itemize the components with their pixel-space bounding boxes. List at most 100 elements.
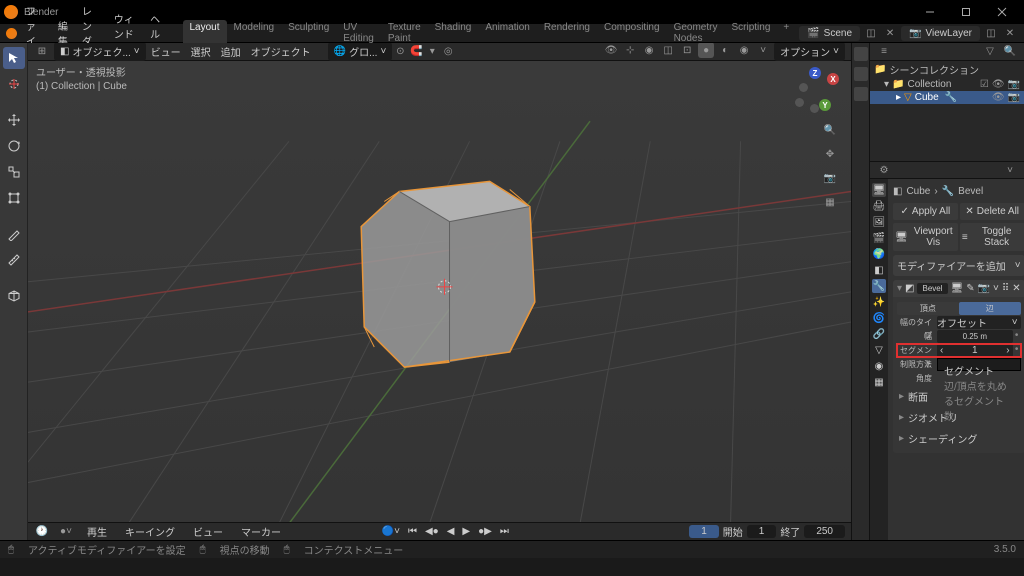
shading-render-icon[interactable]: ◉ (736, 43, 752, 58)
tool-move[interactable] (3, 109, 25, 131)
tab-scene[interactable]: 🎬 (872, 231, 886, 245)
close-button[interactable] (984, 0, 1020, 24)
end-frame[interactable]: 250 (804, 525, 845, 538)
tab-texture[interactable]: ▦ (872, 375, 886, 389)
tab-particles[interactable]: ✨ (872, 295, 886, 309)
shading-material-icon[interactable]: ◐ (717, 43, 733, 58)
keyframe-prev-icon[interactable]: ◀● (422, 526, 442, 537)
segments-animate-icon[interactable]: • (1013, 344, 1021, 357)
eye-icon[interactable]: 👁 (992, 92, 1005, 103)
play-icon[interactable]: ▶ (459, 526, 473, 537)
tool-scale[interactable] (3, 161, 25, 183)
gizmo-icon[interactable]: ⊹ (622, 43, 638, 58)
outliner-collection[interactable]: ▾📁 Collection ☑👁📷 (870, 78, 1024, 91)
blender-logo-icon[interactable] (6, 27, 17, 39)
editmode-toggle-icon[interactable]: ✎ (966, 283, 974, 294)
shading-solid-icon[interactable]: ● (698, 43, 714, 58)
toggle-stack-button[interactable]: ≡Toggle Stack (960, 223, 1024, 251)
editor-type-icon[interactable]: ⊞ (34, 44, 50, 60)
subpanel-shading[interactable]: シェーディング (897, 428, 1021, 449)
vp-menu-object[interactable]: オブジェクト (246, 43, 316, 61)
segments-field[interactable]: ‹ 1 › (937, 344, 1013, 357)
visibility-icon[interactable]: 👁 (603, 43, 619, 58)
tab-object[interactable]: ◧ (872, 263, 886, 277)
tl-menu-playback[interactable]: 再生 (82, 522, 112, 540)
render-icon[interactable]: 📷 (1008, 79, 1020, 90)
tool-rotate[interactable] (3, 135, 25, 157)
properties-breadcrumb[interactable]: ◧ Cube › 🔧 Bevel (893, 183, 1024, 200)
extras-menu-icon[interactable]: ⠿ (1002, 283, 1009, 294)
zoom-icon[interactable]: 🔍 (821, 121, 839, 139)
tl-menu-view[interactable]: ビュー (188, 522, 228, 540)
viewlayer-del-icon[interactable]: ✕ (1002, 25, 1018, 41)
properties-editor-icon[interactable]: ⚙ (876, 162, 892, 178)
checkbox-icon[interactable]: ☑ (980, 79, 989, 90)
current-frame[interactable]: 1 (689, 525, 719, 538)
decrement-icon[interactable]: ‹ (940, 345, 943, 356)
outliner-search-icon[interactable]: 🔍 (1002, 44, 1018, 60)
orientation-dropdown[interactable]: 🌐グロ...˅ (328, 43, 393, 61)
realtime-toggle-icon[interactable]: 🖥 (951, 283, 964, 294)
affect-edges-button[interactable]: 辺 (959, 302, 1021, 315)
tool-annotate[interactable] (3, 223, 25, 245)
playback-popover-icon[interactable]: ●˅ (58, 524, 74, 540)
tool-add-cube[interactable] (3, 285, 25, 307)
minimize-button[interactable] (912, 0, 948, 24)
viewlayer-new-icon[interactable]: ◫ (983, 25, 999, 41)
scene-selector[interactable]: 🎬 Scene (799, 26, 860, 41)
mode-dropdown[interactable]: ◧ オブジェク... ˅ (54, 43, 146, 61)
tool-select-box[interactable] (3, 47, 25, 69)
pivot-icon[interactable]: ⊙ (392, 44, 408, 60)
delete-modifier-icon[interactable]: ✕ (1012, 283, 1020, 294)
scene-new-icon[interactable]: ◫ (863, 25, 879, 41)
options-dropdown[interactable]: オプション˅ (774, 43, 845, 61)
viewport-vis-button[interactable]: 🖥Viewport Vis (893, 223, 958, 251)
render-icon[interactable]: 📷 (1008, 92, 1020, 103)
tl-menu-keying[interactable]: キーイング (120, 522, 180, 540)
tab-physics[interactable]: 🌀 (872, 311, 886, 325)
viewlayer-selector[interactable]: 📷 ViewLayer (901, 26, 980, 41)
npanel-tab-item[interactable] (854, 47, 868, 61)
increment-icon[interactable]: › (1006, 345, 1009, 356)
width-field[interactable]: 0.25 m (937, 330, 1013, 343)
scene-del-icon[interactable]: ✕ (882, 25, 898, 41)
play-rev-icon[interactable]: ◀ (444, 526, 458, 537)
tab-modifier[interactable]: 🔧 (872, 279, 886, 293)
tab-render[interactable]: 🖥 (872, 183, 886, 197)
tab-output[interactable]: 🖨 (872, 199, 886, 213)
tab-material[interactable]: ◉ (872, 359, 886, 373)
pan-icon[interactable]: ✥ (821, 145, 839, 163)
jump-end-icon[interactable]: ⏭ (497, 526, 512, 537)
outliner-editor-icon[interactable]: ≡ (876, 44, 892, 60)
jump-start-icon[interactable]: ⏮ (405, 526, 420, 537)
outliner-cube[interactable]: ▸▽ Cube 🔧 👁📷 (870, 91, 1024, 104)
npanel-tab-view[interactable] (854, 87, 868, 101)
timeline-editor-icon[interactable]: 🕐 (34, 524, 50, 540)
tool-cursor[interactable] (3, 73, 25, 95)
width-type-dropdown[interactable]: オフセット˅ (937, 316, 1021, 329)
affect-vertices-button[interactable]: 頂点 (897, 302, 959, 315)
vp-menu-view[interactable]: ビュー (146, 43, 186, 61)
start-frame[interactable]: 1 (747, 525, 777, 538)
camera-icon[interactable]: 📷 (821, 169, 839, 187)
snap-toggle-icon[interactable]: 🧲 (408, 44, 424, 60)
tool-transform[interactable] (3, 187, 25, 209)
collapse-icon[interactable] (897, 283, 902, 294)
modifier-name-field[interactable]: Bevel (917, 283, 947, 294)
outliner-filter-icon[interactable]: ▽ (982, 44, 998, 60)
props-options-icon[interactable]: ˅ (1002, 162, 1018, 178)
nav-gizmo[interactable]: X Y Z (795, 67, 841, 113)
outliner-scene-collection[interactable]: 📁 シーンコレクション (870, 61, 1024, 78)
vp-menu-select[interactable]: 選択 (186, 43, 216, 61)
maximize-button[interactable] (948, 0, 984, 24)
persp-ortho-icon[interactable]: ▦ (821, 193, 839, 211)
shading-opts-icon[interactable]: ˅ (755, 43, 771, 58)
tool-measure[interactable] (3, 249, 25, 271)
shading-wire-icon[interactable]: ⊡ (679, 43, 695, 58)
snap-opts-icon[interactable]: ▾ (424, 44, 440, 60)
apply-all-button[interactable]: ✓Apply All (893, 203, 958, 220)
prop-edit-icon[interactable]: ◎ (440, 44, 456, 60)
tl-menu-marker[interactable]: マーカー (236, 522, 286, 540)
add-modifier-dropdown[interactable]: モディファイアーを追加 ˅ (893, 255, 1024, 276)
xray-icon[interactable]: ◫ (660, 43, 676, 58)
